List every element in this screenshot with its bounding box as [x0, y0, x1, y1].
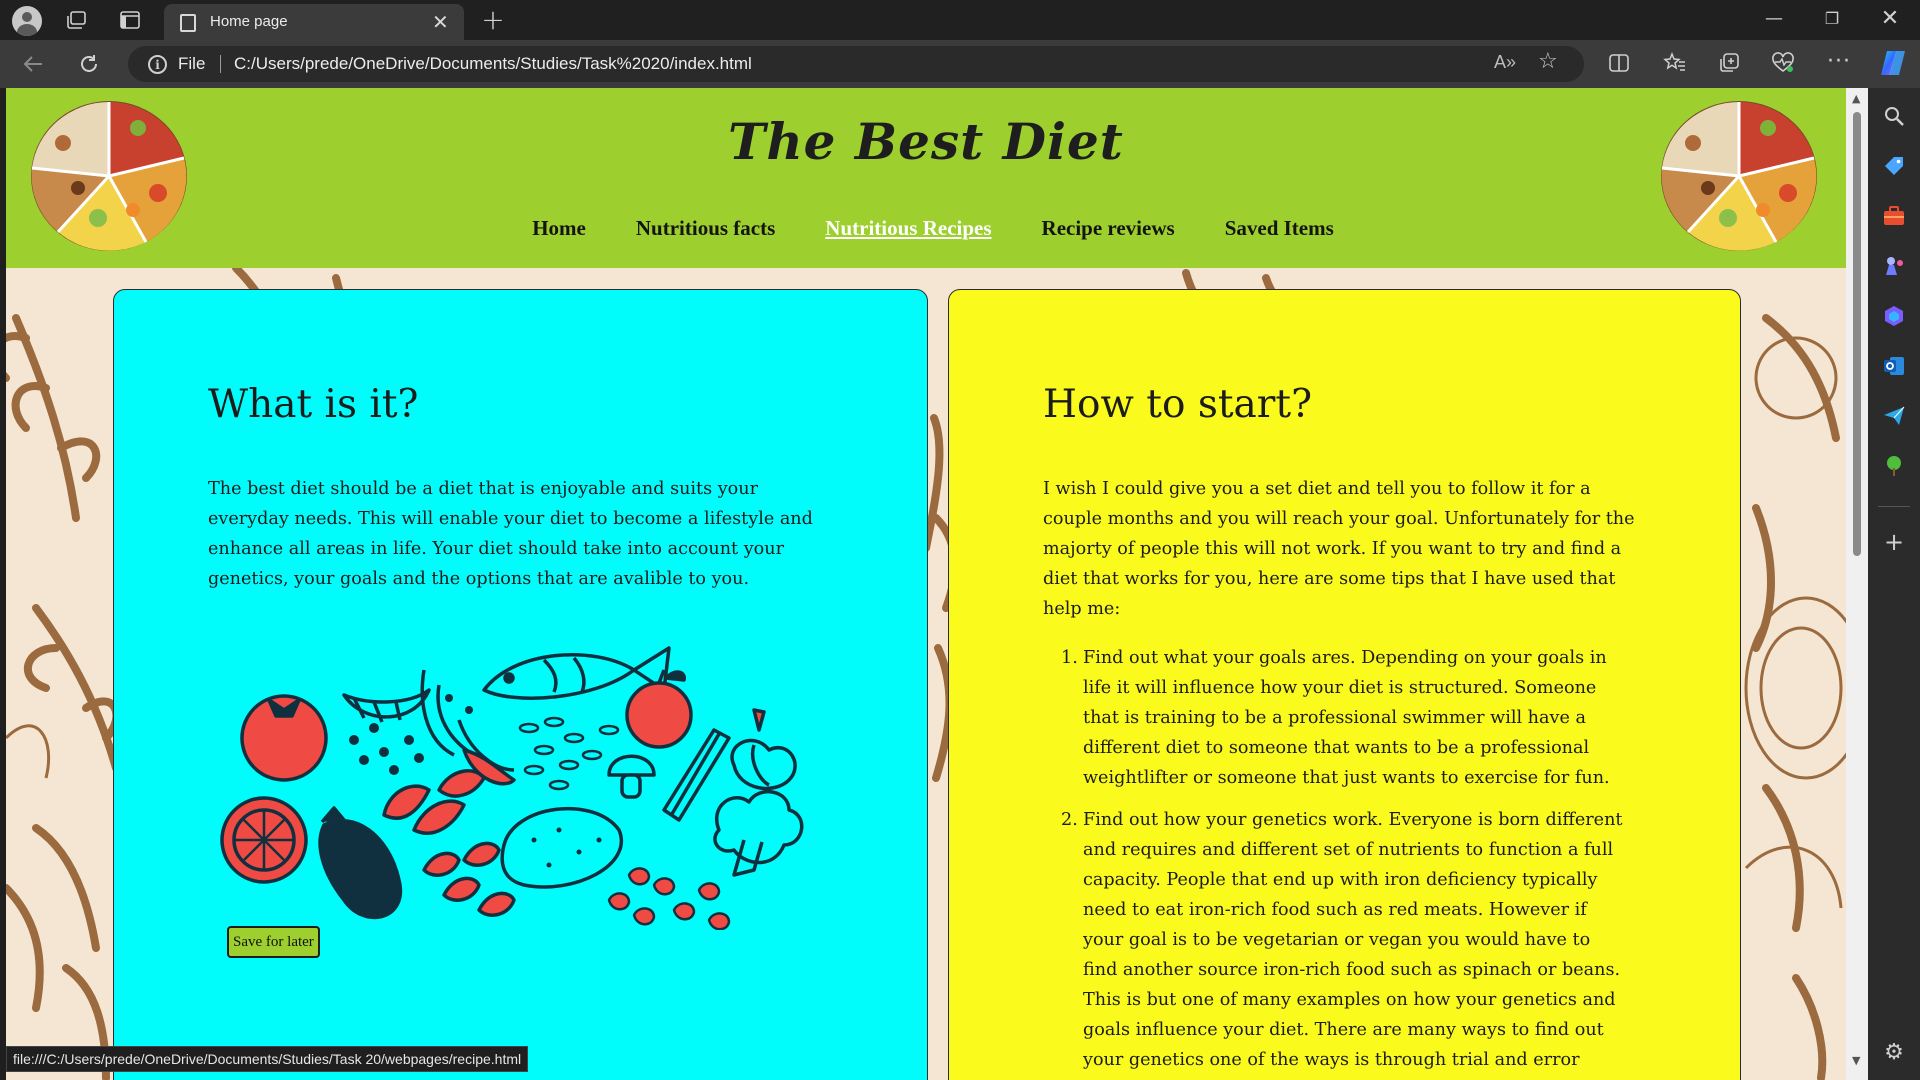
nav-nutritious-recipes[interactable]: Nutritious Recipes	[825, 216, 991, 241]
list-item-text: Find out how your genetics work. Everyon…	[1083, 810, 1623, 1070]
page-icon	[180, 14, 196, 32]
tips-list: 1. Find out what your goals ares. Dependi…	[1043, 643, 1627, 1080]
scheme-label: File	[178, 54, 206, 73]
site-title: The Best Diet	[728, 112, 1124, 171]
reload-icon[interactable]	[74, 50, 104, 78]
list-number: 1.	[1061, 648, 1078, 668]
main-nav: Home Nutritious facts Nutritious Recipes…	[6, 216, 1846, 241]
list-item: 1. Find out what your goals ares. Dependi…	[1043, 643, 1627, 793]
add-icon[interactable]: +	[1882, 528, 1906, 556]
nav-nutritious-facts[interactable]: Nutritious facts	[636, 216, 775, 241]
health-icon[interactable]	[1770, 50, 1796, 76]
card-body-text: The best diet should be a diet that is e…	[208, 479, 813, 589]
more-icon[interactable]: ···	[1826, 48, 1852, 74]
edge-sidebar: + ⚙	[1868, 88, 1920, 1080]
card-heading: What is it?	[208, 382, 419, 427]
info-icon[interactable]: i	[148, 55, 167, 74]
nav-saved-items[interactable]: Saved Items	[1225, 216, 1334, 241]
scroll-up-icon[interactable]: ▲	[1852, 92, 1860, 105]
scroll-down-icon[interactable]: ▼	[1852, 1054, 1860, 1067]
url-text[interactable]: C:/Users/prede/OneDrive/Documents/Studie…	[234, 54, 752, 74]
plus-icon[interactable]: +	[478, 3, 508, 36]
send-icon[interactable]	[1882, 404, 1906, 428]
card-body-text: I wish I could give you a set diet and t…	[1043, 479, 1635, 619]
site-header: The Best Diet Home Nutritious facts Nutr…	[6, 88, 1846, 268]
profile-icon[interactable]	[12, 6, 42, 36]
separator	[220, 55, 221, 73]
page-viewport: The Best Diet Home Nutritious facts Nutr…	[6, 88, 1846, 1080]
page-scrollbar[interactable]: ▲ ▼	[1846, 88, 1868, 1080]
scroll-thumb[interactable]	[1853, 112, 1861, 556]
star-icon[interactable]: ☆	[1538, 49, 1558, 74]
read-aloud-icon[interactable]: A»	[1494, 52, 1516, 73]
card-heading: How to start?	[1043, 382, 1312, 427]
address-bar[interactable]: i File C:/Users/prede/OneDrive/Documents…	[128, 46, 1584, 82]
search-icon[interactable]	[1882, 104, 1906, 128]
copilot-icon[interactable]	[1876, 46, 1910, 80]
tab-bar: Home page ✕ + — ❐ ✕	[0, 0, 1920, 40]
outlook-icon[interactable]	[1882, 354, 1906, 378]
minimize-icon[interactable]: —	[1762, 6, 1786, 30]
save-for-later-button[interactable]: Save for later	[227, 926, 320, 958]
back-icon[interactable]	[18, 50, 48, 78]
vegetables-illustration	[220, 646, 804, 930]
window-close-icon[interactable]: ✕	[1878, 4, 1902, 32]
list-item-text: Find out what your goals ares. Depending…	[1083, 648, 1610, 788]
collections-icon[interactable]	[1716, 50, 1742, 76]
toolbar: i File C:/Users/prede/OneDrive/Documents…	[0, 40, 1920, 88]
tree-icon[interactable]	[1882, 454, 1906, 478]
divider	[1878, 506, 1910, 507]
split-screen-icon[interactable]	[1606, 50, 1632, 76]
tab-title: Home page	[210, 13, 288, 30]
favorites-icon[interactable]	[1662, 50, 1688, 76]
list-number: 2.	[1061, 810, 1078, 830]
nav-home[interactable]: Home	[532, 216, 586, 241]
close-icon[interactable]: ✕	[432, 10, 449, 34]
browser-tab[interactable]: Home page ✕	[164, 4, 464, 40]
nav-recipe-reviews[interactable]: Recipe reviews	[1042, 216, 1175, 241]
workspaces-icon[interactable]	[64, 9, 88, 31]
tag-icon[interactable]	[1882, 154, 1906, 178]
tab-actions-icon[interactable]	[118, 9, 142, 31]
status-url-bubble: file:///C:/Users/prede/OneDrive/Document…	[6, 1046, 529, 1072]
games-icon[interactable]	[1882, 254, 1906, 278]
maximize-icon[interactable]: ❐	[1820, 6, 1844, 30]
m365-icon[interactable]	[1882, 304, 1906, 328]
settings-icon[interactable]: ⚙	[1882, 1040, 1906, 1065]
list-item: 2. Find out how your genetics work. Every…	[1043, 805, 1627, 1080]
briefcase-icon[interactable]	[1882, 204, 1906, 228]
what-is-it-card: What is it? The best diet should be a di…	[113, 289, 928, 1080]
how-to-start-card: How to start? I wish I could give you a …	[948, 289, 1741, 1080]
